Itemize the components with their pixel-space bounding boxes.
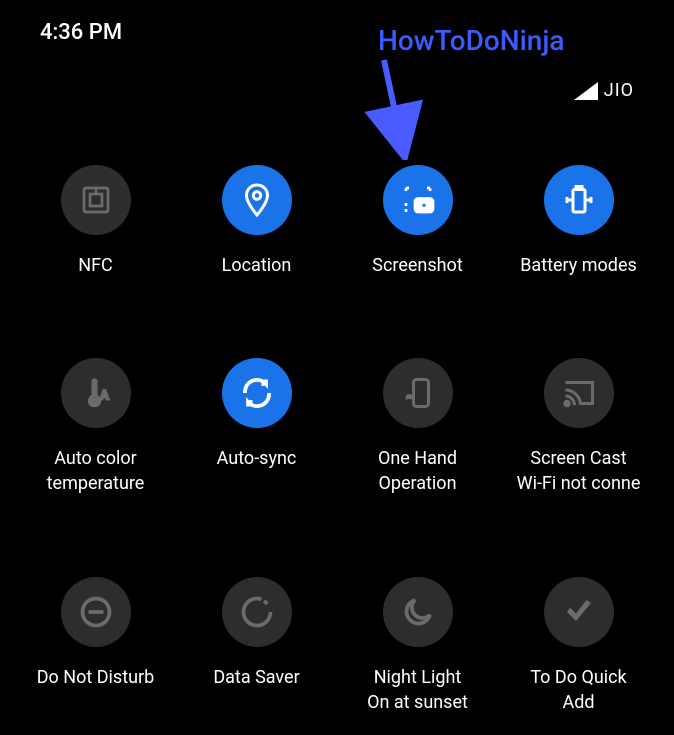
tile-data-saver[interactable]: Data Saver xyxy=(181,577,332,715)
tile-label: Auto-sync xyxy=(217,446,297,471)
tile-todo-quick-add[interactable]: To Do Quick Add xyxy=(503,577,654,715)
tile-label: One Hand Operation xyxy=(378,446,457,496)
tile-screenshot[interactable]: Screenshot xyxy=(342,165,493,278)
signal-icon xyxy=(574,82,598,100)
screenshot-icon xyxy=(383,165,453,235)
battery-icon xyxy=(544,165,614,235)
one-hand-icon xyxy=(383,358,453,428)
tile-one-hand-operation[interactable]: One Hand Operation xyxy=(342,358,493,496)
tile-label: To Do Quick Add xyxy=(530,665,626,715)
tile-label: Night Light On at sunset xyxy=(367,665,468,715)
tile-label: Battery modes xyxy=(520,253,637,278)
tile-label: Auto color temperature xyxy=(47,446,145,496)
tile-night-light[interactable]: Night Light On at sunset xyxy=(342,577,493,715)
tile-label: NFC xyxy=(78,253,113,278)
thermometer-icon: A xyxy=(61,358,131,428)
location-icon xyxy=(222,165,292,235)
check-icon xyxy=(544,577,614,647)
tile-do-not-disturb[interactable]: Do Not Disturb xyxy=(20,577,171,715)
quick-settings-grid: NFC Location Screenshot xyxy=(0,55,674,735)
tile-label: Do Not Disturb xyxy=(37,665,155,690)
tile-label: Data Saver xyxy=(213,665,299,690)
status-time: 4:36 PM xyxy=(40,20,122,45)
status-right: JIO xyxy=(574,80,634,101)
tile-location[interactable]: Location xyxy=(181,165,332,278)
tile-label: Location xyxy=(222,253,292,278)
annotation-text: HowToDoNinja xyxy=(378,24,564,57)
tile-auto-color-temperature[interactable]: A Auto color temperature xyxy=(20,358,171,496)
carrier-label: JIO xyxy=(604,80,634,101)
tile-auto-sync[interactable]: Auto-sync xyxy=(181,358,332,496)
sync-icon xyxy=(222,358,292,428)
tile-screen-cast[interactable]: Screen Cast Wi-Fi not conne xyxy=(503,358,654,496)
tile-nfc[interactable]: NFC xyxy=(20,165,171,278)
svg-text:A: A xyxy=(100,388,108,402)
dnd-icon xyxy=(61,577,131,647)
data-saver-icon xyxy=(222,577,292,647)
status-bar: 4:36 PM xyxy=(0,0,674,55)
cast-icon xyxy=(544,358,614,428)
tile-label: Screenshot xyxy=(372,253,462,278)
tile-label: Screen Cast Wi-Fi not conne xyxy=(517,446,641,496)
moon-icon xyxy=(383,577,453,647)
tile-battery-modes[interactable]: Battery modes xyxy=(503,165,654,278)
nfc-icon xyxy=(61,165,131,235)
